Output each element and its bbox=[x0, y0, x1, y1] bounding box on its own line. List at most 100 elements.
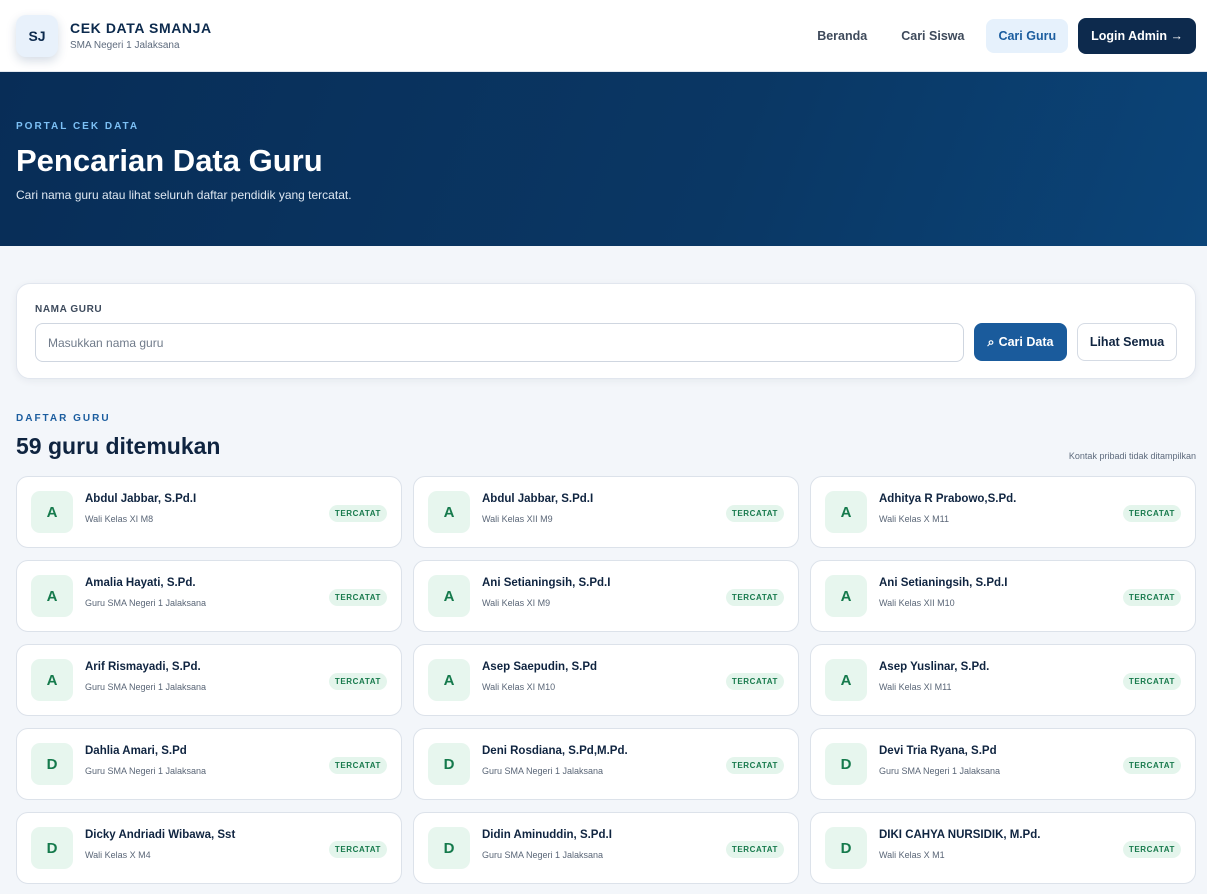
teacher-name: Abdul Jabbar, S.Pd.I bbox=[85, 492, 197, 505]
teacher-role: Guru SMA Negeri 1 Jalaksana bbox=[879, 765, 1001, 776]
teacher-avatar: A bbox=[31, 659, 73, 701]
teacher-avatar: A bbox=[428, 491, 470, 533]
teacher-role: Guru SMA Negeri 1 Jalaksana bbox=[85, 681, 207, 692]
status-badge: TERCATAT bbox=[725, 757, 784, 774]
result-count: 59 guru ditemukan bbox=[16, 433, 221, 459]
teacher-role: Guru SMA Negeri 1 Jalaksana bbox=[85, 765, 207, 776]
teacher-name: Didin Aminuddin, S.Pd.I bbox=[482, 828, 612, 841]
teacher-name: DIKI CAHYA NURSIDIK, M.Pd. bbox=[879, 828, 1041, 841]
brand-logo: SJ bbox=[16, 14, 58, 57]
status-badge: TERCATAT bbox=[725, 505, 784, 522]
teacher-role: Wali Kelas XII M9 bbox=[482, 513, 553, 524]
search-card: NAMA GURU ⌕ Cari Data Lihat Semua bbox=[16, 283, 1196, 379]
teacher-name: Arif Rismayadi, S.Pd. bbox=[85, 660, 201, 673]
top-navbar: SJ CEK DATA SMANJA SMA Negeri 1 Jalaksan… bbox=[0, 0, 1207, 72]
teacher-card[interactable]: A Amalia Hayati, S.Pd. Guru SMA Negeri 1 J… bbox=[16, 560, 402, 632]
teacher-role: Wali Kelas XI M9 bbox=[482, 597, 551, 608]
teacher-grid: A Abdul Jabbar, S.Pd.I Wali Kelas XI M8 TER… bbox=[16, 476, 1196, 884]
teacher-avatar: D bbox=[428, 743, 470, 785]
teacher-name: Ani Setianingsih, S.Pd.I bbox=[879, 576, 1008, 589]
login-admin-button[interactable]: Login Admin → bbox=[1078, 17, 1196, 54]
teacher-card[interactable]: D DIKI CAHYA NURSIDIK, M.Pd. Wali Kelas X … bbox=[810, 812, 1196, 884]
teacher-role: Wali Kelas XI M11 bbox=[879, 681, 952, 692]
teacher-avatar: D bbox=[428, 827, 470, 869]
teacher-role: Wali Kelas XI M10 bbox=[482, 681, 556, 692]
search-button[interactable]: ⌕ Cari Data bbox=[974, 323, 1067, 361]
teacher-card[interactable]: D Dahlia Amari, S.Pd Guru SMA Negeri 1 Jal… bbox=[16, 728, 402, 800]
status-badge: TERCATAT bbox=[328, 505, 387, 522]
teacher-name: Devi Tria Ryana, S.Pd bbox=[879, 744, 997, 757]
search-icon: ⌕ bbox=[987, 334, 995, 349]
teacher-card[interactable]: A Asep Yuslinar, S.Pd. Wali Kelas XI M11 TE… bbox=[810, 644, 1196, 716]
teacher-name: Ani Setianingsih, S.Pd.I bbox=[482, 576, 611, 589]
status-badge: TERCATAT bbox=[725, 589, 784, 606]
nav-beranda[interactable]: Beranda bbox=[805, 19, 879, 53]
teacher-card[interactable]: D Dicky Andriadi Wibawa, Sst Wali Kelas X … bbox=[16, 812, 402, 884]
teacher-card[interactable]: D Devi Tria Ryana, S.Pd Guru SMA Negeri 1 … bbox=[810, 728, 1196, 800]
teacher-name: Asep Yuslinar, S.Pd. bbox=[879, 660, 990, 673]
teacher-card[interactable]: A Abdul Jabbar, S.Pd.I Wali Kelas XII M9 TE… bbox=[413, 476, 799, 548]
teacher-name: Deni Rosdiana, S.Pd,M.Pd. bbox=[482, 744, 628, 757]
teacher-avatar: A bbox=[825, 491, 867, 533]
page-title: Pencarian Data Guru bbox=[16, 143, 323, 178]
main-nav: Beranda Cari Siswa Cari Guru Login Admin… bbox=[805, 17, 1196, 54]
teacher-role: Wali Kelas X M4 bbox=[85, 849, 151, 860]
teacher-card[interactable]: D Deni Rosdiana, S.Pd,M.Pd. Guru SMA Neger… bbox=[413, 728, 799, 800]
teacher-avatar: D bbox=[31, 827, 73, 869]
teacher-role: Guru SMA Negeri 1 Jalaksana bbox=[482, 849, 604, 860]
teacher-role: Wali Kelas X M11 bbox=[879, 513, 950, 524]
status-badge: TERCATAT bbox=[1122, 505, 1181, 522]
status-badge: TERCATAT bbox=[1122, 673, 1181, 690]
teacher-card[interactable]: A Abdul Jabbar, S.Pd.I Wali Kelas XI M8 TER… bbox=[16, 476, 402, 548]
teacher-name: Dicky Andriadi Wibawa, Sst bbox=[85, 828, 236, 841]
teacher-name-input[interactable] bbox=[35, 323, 964, 362]
teacher-role: Guru SMA Negeri 1 Jalaksana bbox=[482, 765, 604, 776]
teacher-role: Wali Kelas X M1 bbox=[879, 849, 945, 860]
list-kicker: DAFTAR GURU bbox=[16, 413, 111, 424]
teacher-avatar: D bbox=[31, 743, 73, 785]
teacher-card[interactable]: A Arif Rismayadi, S.Pd. Guru SMA Negeri 1 … bbox=[16, 644, 402, 716]
brand-subtitle: SMA Negeri 1 Jalaksana bbox=[70, 40, 180, 51]
brand[interactable]: SJ CEK DATA SMANJA SMA Negeri 1 Jalaksan… bbox=[16, 14, 212, 57]
status-badge: TERCATAT bbox=[725, 673, 784, 690]
status-badge: TERCATAT bbox=[725, 841, 784, 858]
hero-kicker: PORTAL CEK DATA bbox=[16, 121, 140, 132]
status-badge: TERCATAT bbox=[328, 757, 387, 774]
teacher-name: Asep Saepudin, S.Pd bbox=[482, 660, 598, 673]
teacher-avatar: A bbox=[31, 575, 73, 617]
status-badge: TERCATAT bbox=[328, 589, 387, 606]
status-badge: TERCATAT bbox=[1122, 841, 1181, 858]
hero-banner: PORTAL CEK DATA Pencarian Data Guru Cari… bbox=[0, 72, 1207, 246]
teacher-avatar: A bbox=[825, 575, 867, 617]
teacher-card[interactable]: A Asep Saepudin, S.Pd Wali Kelas XI M10 TER… bbox=[413, 644, 799, 716]
teacher-avatar: A bbox=[825, 659, 867, 701]
teacher-role: Wali Kelas XII M10 bbox=[879, 597, 955, 608]
hero-description: Cari nama guru atau lihat seluruh daftar… bbox=[16, 188, 352, 202]
teacher-avatar: A bbox=[31, 491, 73, 533]
teacher-name: Dahlia Amari, S.Pd bbox=[85, 744, 187, 757]
teacher-role: Wali Kelas XI M8 bbox=[85, 513, 154, 524]
nav-cari-guru[interactable]: Cari Guru bbox=[986, 18, 1069, 53]
teacher-name: Abdul Jabbar, S.Pd.I bbox=[482, 492, 594, 505]
search-button-label: Cari Data bbox=[998, 335, 1054, 349]
list-header: DAFTAR GURU 59 guru ditemukan Kontak pri… bbox=[16, 413, 1196, 461]
teacher-name: Adhitya R Prabowo,S.Pd. bbox=[879, 492, 1017, 505]
view-all-button[interactable]: Lihat Semua bbox=[1077, 323, 1177, 361]
teacher-card[interactable]: A Adhitya R Prabowo,S.Pd. Wali Kelas X M11… bbox=[810, 476, 1196, 548]
nav-cari-siswa[interactable]: Cari Siswa bbox=[889, 19, 976, 53]
search-label: NAMA GURU bbox=[35, 304, 103, 315]
teacher-card[interactable]: A Ani Setianingsih, S.Pd.I Wali Kelas XII … bbox=[810, 560, 1196, 632]
status-badge: TERCATAT bbox=[328, 841, 387, 858]
status-badge: TERCATAT bbox=[1122, 589, 1181, 606]
teacher-avatar: A bbox=[428, 575, 470, 617]
status-badge: TERCATAT bbox=[328, 673, 387, 690]
brand-name: CEK DATA SMANJA bbox=[70, 20, 212, 36]
privacy-note: Kontak pribadi tidak ditampilkan bbox=[1068, 451, 1196, 461]
teacher-avatar: D bbox=[825, 743, 867, 785]
teacher-avatar: D bbox=[825, 827, 867, 869]
teacher-card[interactable]: A Ani Setianingsih, S.Pd.I Wali Kelas XI M… bbox=[413, 560, 799, 632]
status-badge: TERCATAT bbox=[1122, 757, 1181, 774]
teacher-card[interactable]: D Didin Aminuddin, S.Pd.I Guru SMA Negeri … bbox=[413, 812, 799, 884]
teacher-role: Guru SMA Negeri 1 Jalaksana bbox=[85, 597, 207, 608]
teacher-avatar: A bbox=[428, 659, 470, 701]
